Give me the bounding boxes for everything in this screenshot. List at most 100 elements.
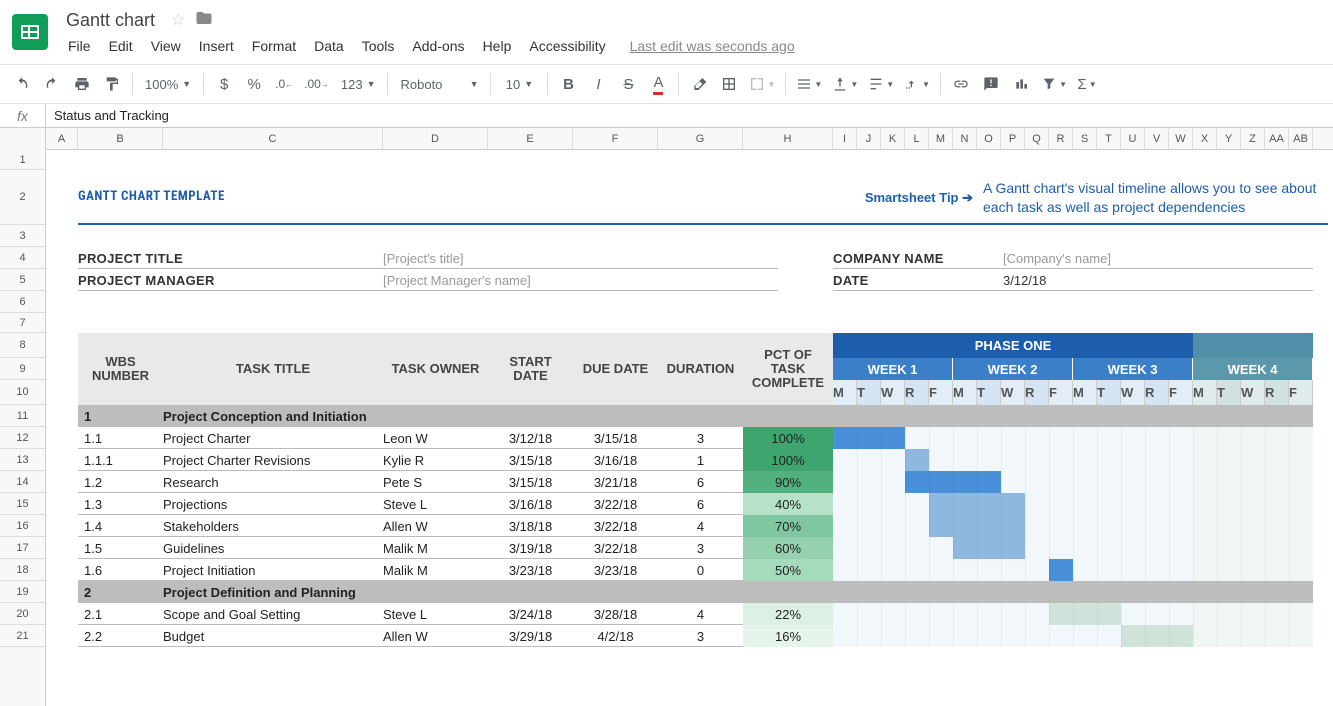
menu-help[interactable]: Help bbox=[475, 34, 520, 58]
col-header[interactable]: V bbox=[1145, 128, 1169, 149]
row-header[interactable]: 16 bbox=[0, 515, 45, 537]
row-header[interactable]: 21 bbox=[0, 625, 45, 647]
row-header[interactable]: 6 bbox=[0, 291, 45, 313]
insert-chart-button[interactable] bbox=[1007, 70, 1035, 98]
row-header[interactable]: 18 bbox=[0, 559, 45, 581]
merge-cells-button[interactable]: ▼ bbox=[745, 70, 779, 98]
col-header[interactable]: N bbox=[953, 128, 977, 149]
fill-color-button[interactable] bbox=[685, 70, 713, 98]
col-header[interactable]: U bbox=[1121, 128, 1145, 149]
wbs-number: 2.2 bbox=[84, 625, 163, 647]
col-header[interactable]: L bbox=[905, 128, 929, 149]
menu-tools[interactable]: Tools bbox=[354, 34, 403, 58]
row-header[interactable]: 4 bbox=[0, 247, 45, 269]
horizontal-align-button[interactable]: ▼ bbox=[792, 70, 826, 98]
col-header[interactable]: F bbox=[573, 128, 658, 149]
menu-data[interactable]: Data bbox=[306, 34, 352, 58]
due-date: 3/16/18 bbox=[573, 449, 658, 471]
col-header[interactable]: Q bbox=[1025, 128, 1049, 149]
percent-button[interactable]: % bbox=[240, 70, 268, 98]
increase-decimal-button[interactable]: .00→ bbox=[300, 70, 333, 98]
row-header[interactable]: 10− bbox=[0, 380, 45, 405]
menu-add-ons[interactable]: Add-ons bbox=[404, 34, 472, 58]
decrease-decimal-button[interactable]: .0← bbox=[270, 70, 298, 98]
col-header[interactable]: H bbox=[743, 128, 833, 149]
col-header[interactable]: K bbox=[881, 128, 905, 149]
row-header[interactable]: 15 bbox=[0, 493, 45, 515]
row-header[interactable]: 14 bbox=[0, 471, 45, 493]
row-header[interactable]: 8 bbox=[0, 333, 45, 358]
col-header[interactable]: B bbox=[78, 128, 163, 149]
col-header[interactable]: D bbox=[383, 128, 488, 149]
col-header[interactable]: G bbox=[658, 128, 743, 149]
insert-link-button[interactable] bbox=[947, 70, 975, 98]
row-header[interactable]: 7 bbox=[0, 313, 45, 333]
col-header[interactable]: AB bbox=[1289, 128, 1313, 149]
row-header[interactable]: 13 bbox=[0, 449, 45, 471]
col-header[interactable]: AA bbox=[1265, 128, 1289, 149]
filter-button[interactable]: ▼ bbox=[1037, 70, 1071, 98]
bold-button[interactable]: B bbox=[554, 70, 582, 98]
font-size-dropdown[interactable]: 10▼ bbox=[497, 70, 541, 98]
col-header[interactable]: M bbox=[929, 128, 953, 149]
borders-button[interactable] bbox=[715, 70, 743, 98]
col-header[interactable]: C bbox=[163, 128, 383, 149]
menu-accessibility[interactable]: Accessibility bbox=[521, 34, 613, 58]
row-header[interactable]: 2 bbox=[0, 170, 45, 225]
row-header[interactable]: 3 bbox=[0, 225, 45, 247]
col-header[interactable]: Z bbox=[1241, 128, 1265, 149]
col-header[interactable]: S bbox=[1073, 128, 1097, 149]
text-wrap-button[interactable]: ▼ bbox=[864, 70, 898, 98]
vertical-align-button[interactable]: ▼ bbox=[828, 70, 862, 98]
row-header[interactable]: 1 bbox=[0, 150, 45, 170]
row-header[interactable]: 19− bbox=[0, 581, 45, 603]
formula-input[interactable]: Status and Tracking bbox=[46, 108, 1333, 123]
functions-button[interactable]: Σ▼ bbox=[1073, 70, 1101, 98]
row-header[interactable]: 5 bbox=[0, 269, 45, 291]
menu-file[interactable]: File bbox=[60, 34, 99, 58]
row-header[interactable]: 11 bbox=[0, 405, 45, 427]
col-header[interactable]: E bbox=[488, 128, 573, 149]
row-header[interactable]: 17 bbox=[0, 537, 45, 559]
menu-view[interactable]: View bbox=[143, 34, 189, 58]
col-header[interactable]: W bbox=[1169, 128, 1193, 149]
redo-button[interactable] bbox=[38, 70, 66, 98]
menu-format[interactable]: Format bbox=[244, 34, 304, 58]
insert-comment-button[interactable] bbox=[977, 70, 1005, 98]
last-edit-link[interactable]: Last edit was seconds ago bbox=[630, 38, 795, 54]
col-header[interactable]: T bbox=[1097, 128, 1121, 149]
row-header[interactable]: 12 bbox=[0, 427, 45, 449]
due-date: 3/21/18 bbox=[573, 471, 658, 493]
menu-edit[interactable]: Edit bbox=[101, 34, 141, 58]
paint-format-button[interactable] bbox=[98, 70, 126, 98]
star-icon[interactable]: ☆ bbox=[171, 10, 185, 30]
menu-insert[interactable]: Insert bbox=[191, 34, 242, 58]
currency-button[interactable]: $ bbox=[210, 70, 238, 98]
col-header[interactable]: A bbox=[46, 128, 78, 149]
strikethrough-button[interactable]: S bbox=[614, 70, 642, 98]
italic-button[interactable]: I bbox=[584, 70, 612, 98]
number-format-dropdown[interactable]: 123▼ bbox=[335, 70, 382, 98]
print-button[interactable] bbox=[68, 70, 96, 98]
task-owner: Allen W bbox=[383, 625, 488, 647]
select-all-corner[interactable] bbox=[0, 128, 46, 150]
folder-icon[interactable] bbox=[195, 9, 213, 32]
spreadsheet-content[interactable]: GANTT CHART TEMPLATESmartsheet Tip ➔A Ga… bbox=[46, 150, 1333, 706]
col-header[interactable]: I bbox=[833, 128, 857, 149]
undo-button[interactable] bbox=[8, 70, 36, 98]
col-header[interactable]: X bbox=[1193, 128, 1217, 149]
col-header[interactable]: J bbox=[857, 128, 881, 149]
row-header[interactable]: 9 bbox=[0, 358, 45, 380]
row-header[interactable]: 20 bbox=[0, 603, 45, 625]
col-header[interactable]: P bbox=[1001, 128, 1025, 149]
col-header[interactable]: Y bbox=[1217, 128, 1241, 149]
sheets-logo[interactable] bbox=[0, 0, 60, 64]
day-header: R bbox=[1265, 380, 1289, 405]
text-color-button[interactable]: A bbox=[644, 70, 672, 98]
doc-title[interactable]: Gantt chart bbox=[60, 8, 161, 33]
col-header[interactable]: R bbox=[1049, 128, 1073, 149]
text-rotation-button[interactable]: ▼ bbox=[900, 70, 934, 98]
font-dropdown[interactable]: Roboto▼ bbox=[394, 70, 484, 98]
zoom-dropdown[interactable]: 100%▼ bbox=[139, 70, 197, 98]
col-header[interactable]: O bbox=[977, 128, 1001, 149]
